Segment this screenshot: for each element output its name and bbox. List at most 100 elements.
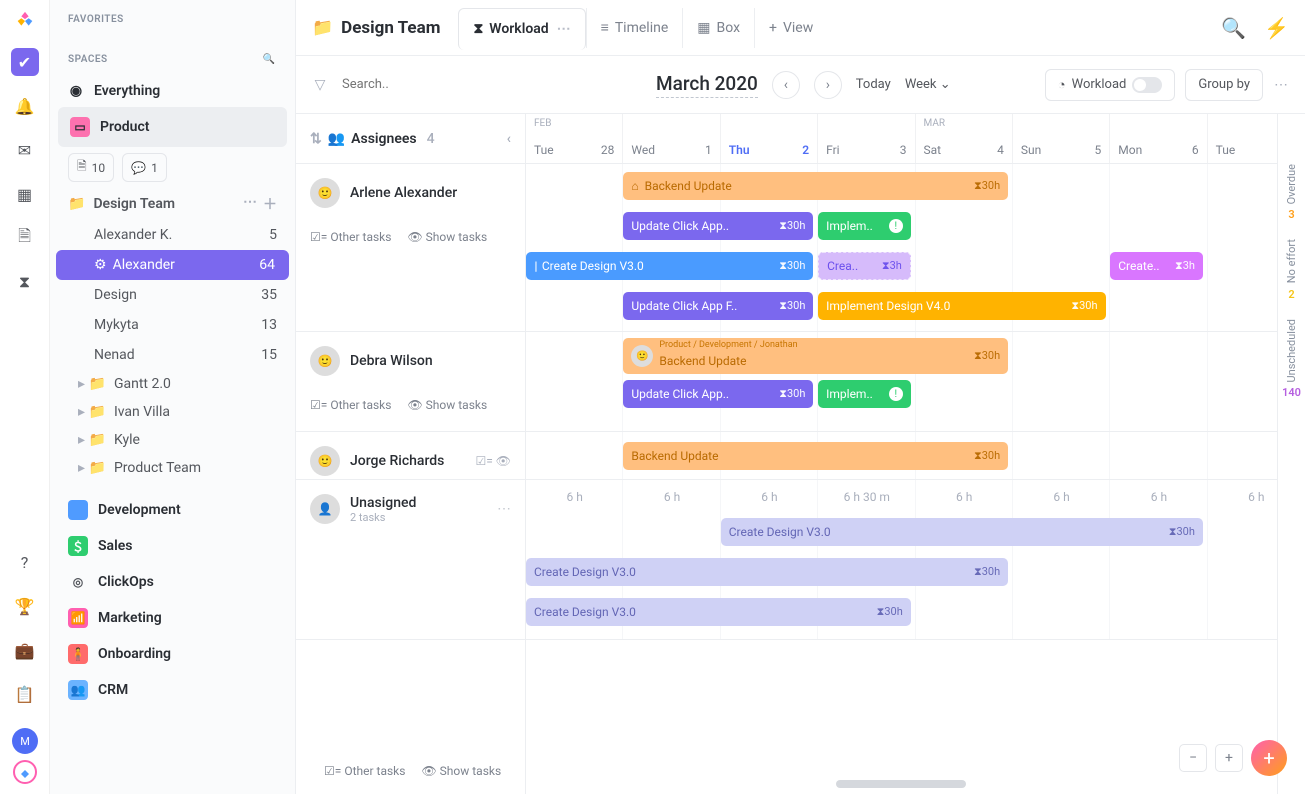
overdue-label[interactable]: Overdue: [1285, 164, 1298, 204]
sidebar-member[interactable]: Mykyta13: [50, 310, 295, 340]
docs-chip[interactable]: 🗎10: [68, 153, 114, 182]
prev-button[interactable]: ‹: [772, 71, 800, 99]
inbox-icon[interactable]: ✉: [11, 136, 39, 164]
sidebar-space[interactable]: 👥CRM: [50, 672, 295, 708]
sidebar-folder[interactable]: ▸ 📁Ivan Villa: [50, 398, 295, 426]
task-bar[interactable]: Create Design V3.0⧗30h: [526, 598, 911, 626]
day-header: Mon6: [1110, 114, 1207, 163]
sidebar-member[interactable]: Nenad15: [50, 340, 295, 370]
help-icon[interactable]: ?: [11, 548, 39, 576]
sidebar-space[interactable]: 🧍Onboarding: [50, 636, 295, 672]
effort-label: ⧗30h: [779, 387, 805, 401]
day-header: Thu2: [721, 114, 818, 163]
tab-timeline[interactable]: ≡Timeline: [586, 8, 683, 48]
tab-icon: ≡: [601, 19, 609, 36]
more-icon[interactable]: ⋯: [497, 501, 511, 517]
clipboard-icon[interactable]: 📋: [11, 680, 39, 708]
show-tasks[interactable]: 👁 Show tasks: [407, 230, 487, 244]
tab-box[interactable]: ▦Box: [682, 8, 754, 48]
task-bar[interactable]: ⌂Backend Update⧗30h: [623, 172, 1008, 200]
sidebar-member[interactable]: ⚙Alexander64: [56, 250, 289, 280]
app-logo-small-icon[interactable]: [13, 760, 37, 784]
add-icon[interactable]: ＋: [263, 194, 277, 214]
search-input[interactable]: [342, 77, 462, 92]
show-tasks[interactable]: 👁 Show tasks: [407, 398, 487, 412]
scrollbar[interactable]: [836, 780, 966, 788]
sidebar-space[interactable]: ＄Sales: [50, 528, 295, 564]
briefcase-icon[interactable]: 💼: [11, 636, 39, 664]
overdue-count: 3: [1288, 208, 1294, 221]
breadcrumb[interactable]: 📁 Design Team: [312, 18, 452, 38]
tree-design-team[interactable]: 📁Design Team ⋯ ＋: [50, 188, 295, 220]
docs-icon[interactable]: 🗎: [11, 224, 39, 252]
more-icon[interactable]: ⋯: [557, 21, 571, 37]
zoom-out-button[interactable]: −: [1179, 744, 1207, 772]
tab-view[interactable]: +View: [754, 8, 827, 48]
search-icon[interactable]: 🔍: [261, 51, 277, 67]
task-bar[interactable]: Backend Update⧗30h: [623, 442, 1008, 470]
sidebar-folder[interactable]: ▸ 📁Product Team: [50, 454, 295, 482]
drag-handle-icon[interactable]: ||: [534, 259, 536, 273]
task-bar[interactable]: Update Click App..⧗30h: [623, 212, 813, 240]
sidebar-space[interactable]: Development: [50, 492, 295, 528]
user-avatar[interactable]: M: [12, 728, 38, 754]
task-bar[interactable]: Create..⧗3h: [1110, 252, 1203, 280]
task-bar[interactable]: ||Create Design V3.0⧗30h: [526, 252, 813, 280]
assignee-cell[interactable]: 🙂 Arlene Alexander: [296, 164, 525, 222]
create-button[interactable]: +: [1251, 740, 1287, 776]
workload-toggle[interactable]: ◔ Workload: [1045, 69, 1176, 101]
other-tasks[interactable]: ☑= Other tasks: [324, 764, 405, 778]
bell-icon[interactable]: 🔔: [11, 92, 39, 120]
task-bar[interactable]: Crea..⧗3h: [818, 252, 911, 280]
next-button[interactable]: ›: [814, 71, 842, 99]
compact-icons[interactable]: ☑= 👁: [475, 454, 511, 468]
sidebar-member[interactable]: Alexander K.5: [50, 220, 295, 250]
sidebar-everything[interactable]: ◉ Everything: [50, 75, 295, 107]
sidebar-space[interactable]: ◎ClickOps: [50, 564, 295, 600]
date-title[interactable]: March 2020: [656, 72, 758, 98]
timeline-lane: ⌂Backend Update⧗30h Update Click App..⧗30…: [526, 164, 1305, 332]
collapse-left-icon[interactable]: ‹: [507, 131, 511, 147]
task-bar[interactable]: Implem..!: [818, 212, 911, 240]
task-bar[interactable]: Create Design V3.0⧗30h: [526, 558, 1008, 586]
unscheduled-label[interactable]: Unscheduled: [1285, 319, 1298, 383]
more-icon[interactable]: ⋯: [243, 194, 257, 214]
tab-workload[interactable]: ⧗Workload⋯: [458, 8, 585, 50]
task-bar[interactable]: Update Click App..⧗30h: [623, 380, 813, 408]
other-tasks[interactable]: ☑= Other tasks: [310, 398, 391, 412]
sidebar-product[interactable]: ▭ Product: [58, 107, 287, 147]
favorites-heading: FAVORITES: [50, 14, 295, 33]
filter-icon[interactable]: ▽: [312, 77, 328, 93]
assignee-cell[interactable]: 👤 Unasigned2 tasks ⋯: [296, 480, 525, 538]
task-bar[interactable]: Product / Development / Jonathan🙂Backend…: [623, 338, 1008, 374]
group-header[interactable]: ⇅ 👥 Assignees 4 ‹: [296, 114, 525, 164]
home-icon[interactable]: ✔: [11, 48, 39, 76]
sidebar-member[interactable]: Design35: [50, 280, 295, 310]
other-tasks[interactable]: ☑= Other tasks: [310, 230, 391, 244]
task-bar[interactable]: Implement Design V4.0⧗30h: [818, 292, 1105, 320]
zoom-in-button[interactable]: +: [1215, 744, 1243, 772]
sidebar-folder[interactable]: ▸ 📁Gantt 2.0: [50, 370, 295, 398]
sidebar-folder[interactable]: ▸ 📁Kyle: [50, 426, 295, 454]
today-button[interactable]: Today: [856, 77, 891, 92]
chat-chip[interactable]: 💬1: [122, 153, 167, 182]
automation-icon[interactable]: ⚡: [1264, 16, 1289, 40]
chevron-down-icon: ⌄: [940, 77, 951, 92]
sidebar-space[interactable]: 📶Marketing: [50, 600, 295, 636]
search-big-icon[interactable]: 🔍: [1221, 16, 1246, 40]
unscheduled-count: 140: [1282, 386, 1301, 399]
noeffort-label[interactable]: No effort: [1285, 239, 1298, 283]
assignee-cell[interactable]: 🙂 Debra Wilson: [296, 332, 525, 390]
apps-icon[interactable]: ▦: [11, 180, 39, 208]
more-icon[interactable]: ⋯: [1273, 77, 1289, 93]
assignee-row: 🙂 Debra Wilson ☑= Other tasks 👁 Show task…: [296, 332, 525, 432]
effort-label: ⧗3h: [1175, 259, 1195, 273]
show-tasks[interactable]: 👁 Show tasks: [421, 764, 501, 778]
task-bar[interactable]: Implem..!: [818, 380, 911, 408]
time-icon[interactable]: ⧗: [11, 268, 39, 296]
task-bar[interactable]: Create Design V3.0⧗30h: [721, 518, 1203, 546]
groupby-button[interactable]: Group by: [1185, 69, 1263, 101]
trophy-icon[interactable]: 🏆: [11, 592, 39, 620]
task-bar[interactable]: Update Click App F..⧗30h: [623, 292, 813, 320]
range-select[interactable]: Week ⌄: [905, 77, 951, 92]
